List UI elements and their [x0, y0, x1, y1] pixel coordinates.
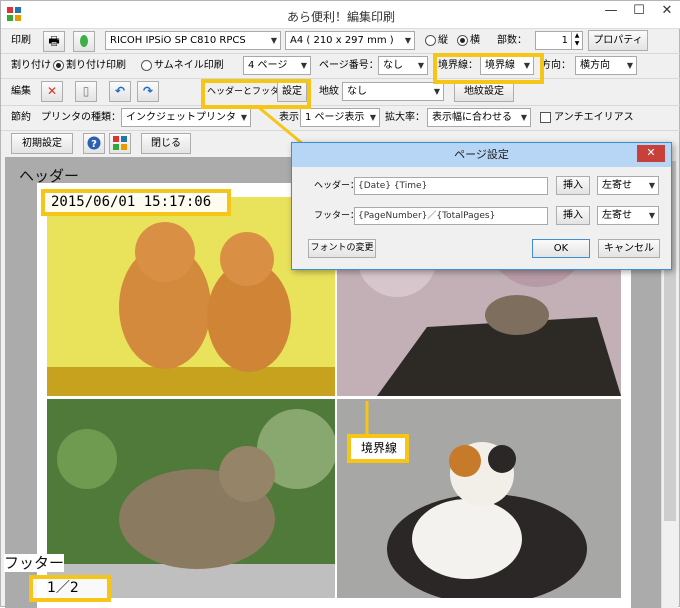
footer-insert-button[interactable]: 挿入 [556, 206, 590, 225]
dialog-title: ページ設定 [292, 143, 671, 167]
dialog-header-label: ヘッダー： [314, 181, 360, 191]
header-format-input[interactable]: {Date} {Time} [354, 177, 548, 195]
close-icon: ✕ [646, 146, 656, 159]
dialog-close-button[interactable]: ✕ [637, 145, 665, 162]
app-window: あら便利！編集印刷 — ☐ ✕ 印刷 🖶 RICOH IPSiO SP C810… [0, 0, 680, 608]
header-align-select[interactable]: 左寄せ ▼ [597, 176, 659, 195]
footer-align-select[interactable]: 左寄せ ▼ [597, 206, 659, 225]
page-settings-dialog: ページ設定 ✕ ヘッダー： {Date} {Time} 挿入 左寄せ ▼ フッター… [291, 142, 672, 270]
dialog-footer-label: フッター： [314, 211, 360, 221]
dialog-ok-button[interactable]: OK [532, 239, 590, 258]
change-font-button[interactable]: フォントの変更 [308, 239, 376, 258]
footer-format-input[interactable]: {PageNumber}／{TotalPages} [354, 207, 548, 225]
border-annotation-box: 境界線 [347, 434, 409, 463]
header-insert-button[interactable]: 挿入 [556, 176, 590, 195]
callout-lines [256, 104, 369, 451]
dialog-cancel-button[interactable]: キャンセル [598, 239, 660, 258]
border-annotation: 境界線 [361, 441, 398, 455]
